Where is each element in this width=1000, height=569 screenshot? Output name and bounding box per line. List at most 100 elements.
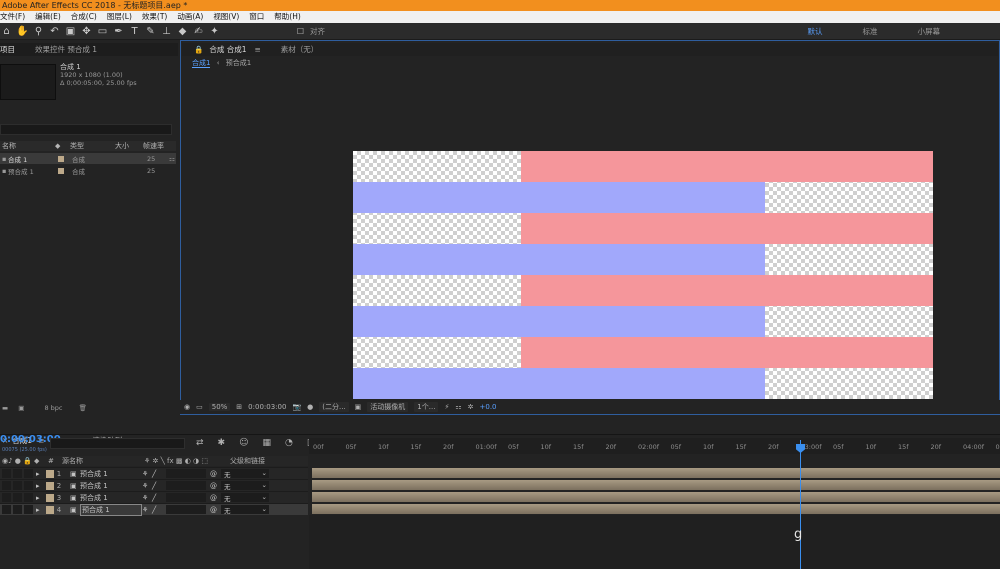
layer-duration-bar[interactable] (312, 504, 1000, 514)
tab-effect-controls[interactable]: 效果控件 预合成 1 (35, 44, 97, 55)
breadcrumb-precomp1[interactable]: 预合成1 (226, 59, 251, 67)
shy-switch-icon[interactable]: ⚘ (142, 506, 152, 514)
rotate-icon[interactable]: ↶ (48, 25, 61, 38)
home-icon[interactable]: ⌂ (0, 25, 13, 38)
hand-icon[interactable]: ✋ (16, 25, 29, 38)
flowchart-icon[interactable]: ⚏ (455, 403, 461, 411)
shy-icon[interactable]: ☺ (239, 438, 248, 448)
new-comp-icon[interactable]: ▣ (18, 404, 24, 412)
folder-icon[interactable]: ▬ (2, 404, 8, 412)
fast-preview-icon[interactable]: ⚡ (444, 403, 449, 411)
resolution-select[interactable]: (二分... (319, 402, 349, 412)
layer-row[interactable]: ▸ 1 ▣ 预合成 1 ⚘ ╱ @ 无 ⌄ (0, 467, 308, 479)
menu-effect[interactable]: 效果(T) (142, 11, 167, 23)
workspace-standard[interactable]: 标准 (863, 26, 878, 37)
camera-icon[interactable]: ▣ (64, 25, 77, 38)
quality-switch-icon[interactable]: ╱ (152, 482, 166, 490)
visibility-toggle[interactable] (2, 469, 11, 478)
menu-view[interactable]: 视图(V) (213, 11, 239, 23)
lock-icon[interactable]: 🔒 (194, 45, 203, 54)
label-swatch[interactable] (46, 505, 54, 514)
layer-duration-bar[interactable] (312, 492, 1000, 502)
expand-triangle-icon[interactable]: ▸ (36, 494, 42, 502)
layer-name[interactable]: 预合成 1 (80, 493, 142, 503)
col-parent[interactable]: 父级和链接 (230, 456, 265, 466)
switch-box[interactable] (166, 493, 206, 502)
audio-toggle[interactable] (13, 493, 22, 502)
menu-file[interactable]: 文件(F) (0, 11, 25, 23)
switch-box[interactable] (166, 505, 206, 514)
align-checkbox[interactable]: ☐ (294, 25, 307, 38)
label-swatch[interactable] (46, 493, 54, 502)
pen-icon[interactable]: ✒ (112, 25, 125, 38)
visibility-toggle[interactable] (2, 493, 11, 502)
menu-composition[interactable]: 合成(C) (71, 11, 97, 23)
layer-duration-bar[interactable] (312, 480, 1000, 490)
parent-select[interactable]: 无 ⌄ (221, 493, 269, 503)
menu-animation[interactable]: 动画(A) (177, 11, 203, 23)
current-time[interactable]: 0:00:03:00 (248, 403, 286, 411)
quality-switch-icon[interactable]: ╱ (152, 494, 166, 502)
audio-toggle[interactable] (13, 505, 22, 514)
lock-toggle[interactable] (24, 469, 33, 478)
tab-composition[interactable]: 合成 合成1 (209, 44, 246, 55)
pickwhip-icon[interactable]: @ (210, 494, 217, 502)
visibility-toggle[interactable] (2, 505, 11, 514)
pickwhip-icon[interactable]: @ (210, 470, 217, 478)
shy-switch-icon[interactable]: ⚘ (142, 470, 152, 478)
motion-blur-icon[interactable]: ◔ (285, 438, 293, 448)
views-select[interactable]: 1个... (414, 402, 439, 412)
lock-toggle[interactable] (24, 505, 33, 514)
trash-icon[interactable]: 🗑 (79, 404, 87, 412)
roto-icon[interactable]: ✍ (192, 25, 205, 38)
brush-icon[interactable]: ✎ (144, 25, 157, 38)
parent-select[interactable]: 无 ⌄ (221, 505, 269, 515)
comp-flow-icon[interactable]: ⇄ (196, 438, 204, 448)
expand-triangle-icon[interactable]: ▸ (36, 470, 42, 478)
audio-toggle[interactable] (13, 481, 22, 490)
col-fps[interactable]: 帧速率 (143, 141, 164, 151)
eraser-icon[interactable]: ◆ (176, 25, 189, 38)
visibility-toggle[interactable] (2, 481, 11, 490)
switch-box[interactable] (166, 469, 206, 478)
lock-toggle[interactable] (24, 493, 33, 502)
expand-triangle-icon[interactable]: ▸ (36, 482, 42, 490)
exposure-value[interactable]: +0.0 (480, 403, 497, 411)
channel-icon[interactable]: ● (307, 403, 313, 411)
shy-switch-icon[interactable]: ⚘ (142, 494, 152, 502)
expand-triangle-icon[interactable]: ▸ (36, 506, 42, 514)
menu-layer[interactable]: 图层(L) (107, 11, 132, 23)
draft-3d-icon[interactable]: ✱ (218, 438, 226, 448)
label-swatch[interactable] (46, 469, 54, 478)
timeline-search-input[interactable] (50, 438, 185, 449)
rect-icon[interactable]: ▭ (96, 25, 109, 38)
layer-row[interactable]: ▸ 2 ▣ 预合成 1 ⚘ ╱ @ 无 ⌄ (0, 479, 308, 491)
layer-row[interactable]: ▸ 3 ▣ 预合成 1 ⚘ ╱ @ 无 ⌄ (0, 491, 308, 503)
pickwhip-icon[interactable]: @ (210, 506, 217, 514)
label-swatch[interactable] (46, 481, 54, 490)
quality-switch-icon[interactable]: ╱ (152, 506, 166, 514)
switch-box[interactable] (166, 481, 206, 490)
quality-switch-icon[interactable]: ╱ (152, 470, 166, 478)
grid-icon[interactable]: ⊞ (236, 403, 242, 411)
pan-behind-icon[interactable]: ✥ (80, 25, 93, 38)
layer-row[interactable]: ▸ 4 ▣ 预合成 1 ⚘ ╱ @ 无 ⌄ (0, 503, 308, 516)
col-type[interactable]: 类型 (70, 141, 115, 151)
project-item[interactable]: ▪ 预合成 1 合成 25 (0, 165, 176, 176)
parent-select[interactable]: 无 ⌄ (221, 469, 269, 479)
project-item[interactable]: ▪ 合成 1 合成 25 ⚏ (0, 153, 176, 164)
puppet-icon[interactable]: ✦ (208, 25, 221, 38)
breadcrumb-comp1[interactable]: 合成1 (192, 59, 211, 68)
composition-canvas[interactable] (353, 151, 933, 399)
col-name[interactable]: 名称 (0, 141, 55, 151)
lock-toggle[interactable] (24, 481, 33, 490)
shy-switch-icon[interactable]: ⚘ (142, 482, 152, 490)
menu-help[interactable]: 帮助(H) (274, 11, 301, 23)
col-source-name[interactable]: 源名称 (62, 456, 144, 466)
zoom-select[interactable]: 50% (208, 403, 231, 411)
menu-window[interactable]: 窗口 (249, 11, 264, 23)
col-size[interactable]: 大小 (115, 141, 143, 151)
camera-select[interactable]: 活动摄像机 (367, 402, 409, 412)
text-icon[interactable]: T (128, 25, 141, 38)
tab-footage[interactable]: 素材（无） (281, 44, 319, 55)
